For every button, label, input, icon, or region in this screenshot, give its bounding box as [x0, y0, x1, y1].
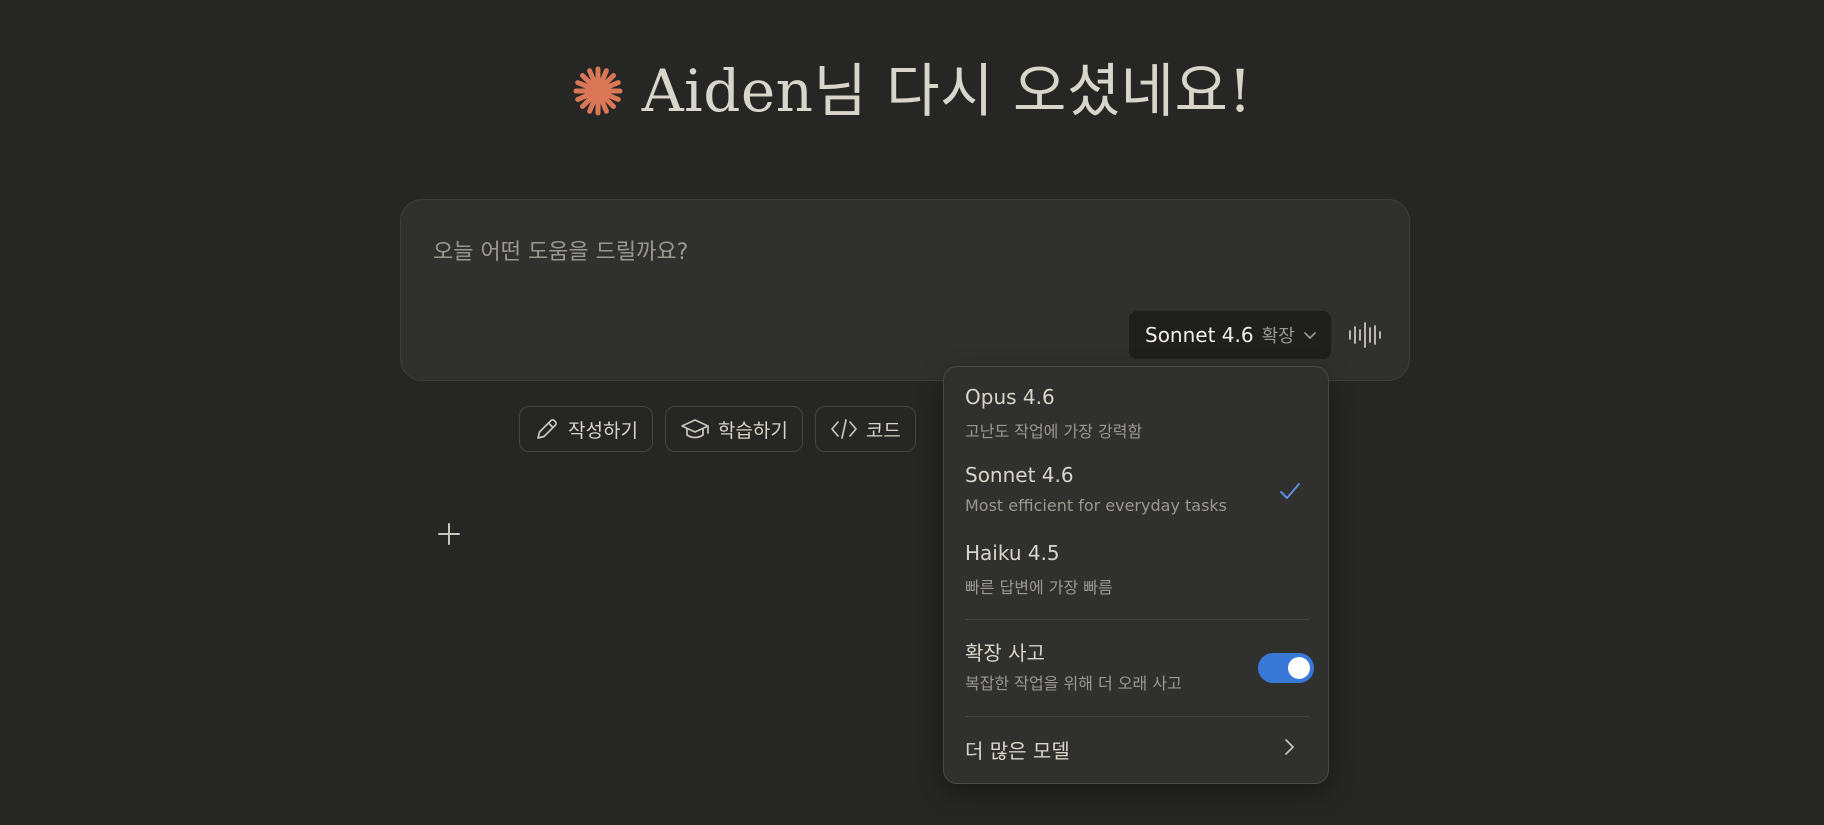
model-option-sonnet[interactable]: Sonnet 4.6 Most efficient for everyday t… — [952, 457, 1320, 527]
model-option-opus[interactable]: Opus 4.6 고난도 작업에 가장 강력함 — [952, 379, 1320, 449]
chip-learn-label: 학습하기 — [717, 419, 788, 442]
chip-write-label: 작성하기 — [568, 419, 638, 442]
voice-mode-button[interactable] — [1345, 315, 1385, 355]
chip-write[interactable]: 작성하기 — [519, 406, 653, 452]
chevron-down-icon — [1303, 332, 1316, 339]
model-option-name: Sonnet 4.6 — [965, 463, 1074, 487]
extended-thinking-toggle[interactable] — [1258, 653, 1314, 683]
voice-waveform-icon — [1349, 322, 1381, 348]
message-input-placeholder[interactable]: 오늘 어떤 도움을 드릴까요? — [433, 234, 688, 266]
quick-actions: 작성하기 학습하기 코드 — [519, 406, 916, 452]
chip-learn[interactable]: 학습하기 — [664, 406, 803, 452]
toggle-knob — [1288, 657, 1310, 679]
checkmark-icon — [1280, 483, 1300, 499]
chevron-right-icon — [1285, 739, 1294, 755]
model-dropdown: Opus 4.6 고난도 작업에 가장 강력함 Sonnet 4.6 Most … — [943, 366, 1329, 784]
more-models-item[interactable]: 더 많은 모델 — [952, 723, 1320, 773]
model-selector-mode: 확장 — [1261, 326, 1295, 347]
model-option-description: 빠른 답변에 가장 빠름 — [965, 578, 1113, 597]
model-selector-name: Sonnet 4.6 — [1145, 323, 1254, 347]
chip-code[interactable]: 코드 — [814, 406, 916, 452]
chip-code-label: 코드 — [865, 419, 901, 442]
code-icon — [830, 419, 857, 439]
add-attachment-button[interactable] — [429, 514, 469, 554]
model-option-description: 고난도 작업에 가장 강력함 — [965, 422, 1143, 441]
model-option-description: Most efficient for everyday tasks — [965, 496, 1228, 515]
model-option-name: Opus 4.6 — [965, 385, 1055, 409]
greeting-title: Aiden님 다시 오셨네요! — [641, 57, 1253, 125]
greeting: Aiden님 다시 오셨네요! — [0, 62, 1824, 120]
model-selector-button[interactable]: Sonnet 4.6 확장 — [1129, 311, 1331, 359]
page: Aiden님 다시 오셨네요! 오늘 어떤 도움을 드릴까요? Sonnet 4… — [0, 0, 1824, 825]
menu-divider — [965, 716, 1309, 717]
message-composer[interactable]: 오늘 어떤 도움을 드릴까요? Sonnet 4.6 확장 — [400, 199, 1410, 545]
claude-starburst-icon — [573, 66, 623, 116]
model-option-name: Haiku 4.5 — [965, 541, 1060, 565]
model-option-haiku[interactable]: Haiku 4.5 빠른 답변에 가장 빠름 — [952, 535, 1320, 605]
extended-thinking-description: 복잡한 작업을 위해 더 오래 사고 — [965, 674, 1182, 693]
graduation-cap-icon — [681, 419, 709, 439]
pencil-icon — [537, 419, 557, 439]
extended-thinking-label: 확장 사고 — [965, 641, 1045, 665]
more-models-label: 더 많은 모델 — [965, 739, 1070, 763]
menu-divider — [965, 619, 1309, 620]
plus-icon — [438, 523, 460, 545]
